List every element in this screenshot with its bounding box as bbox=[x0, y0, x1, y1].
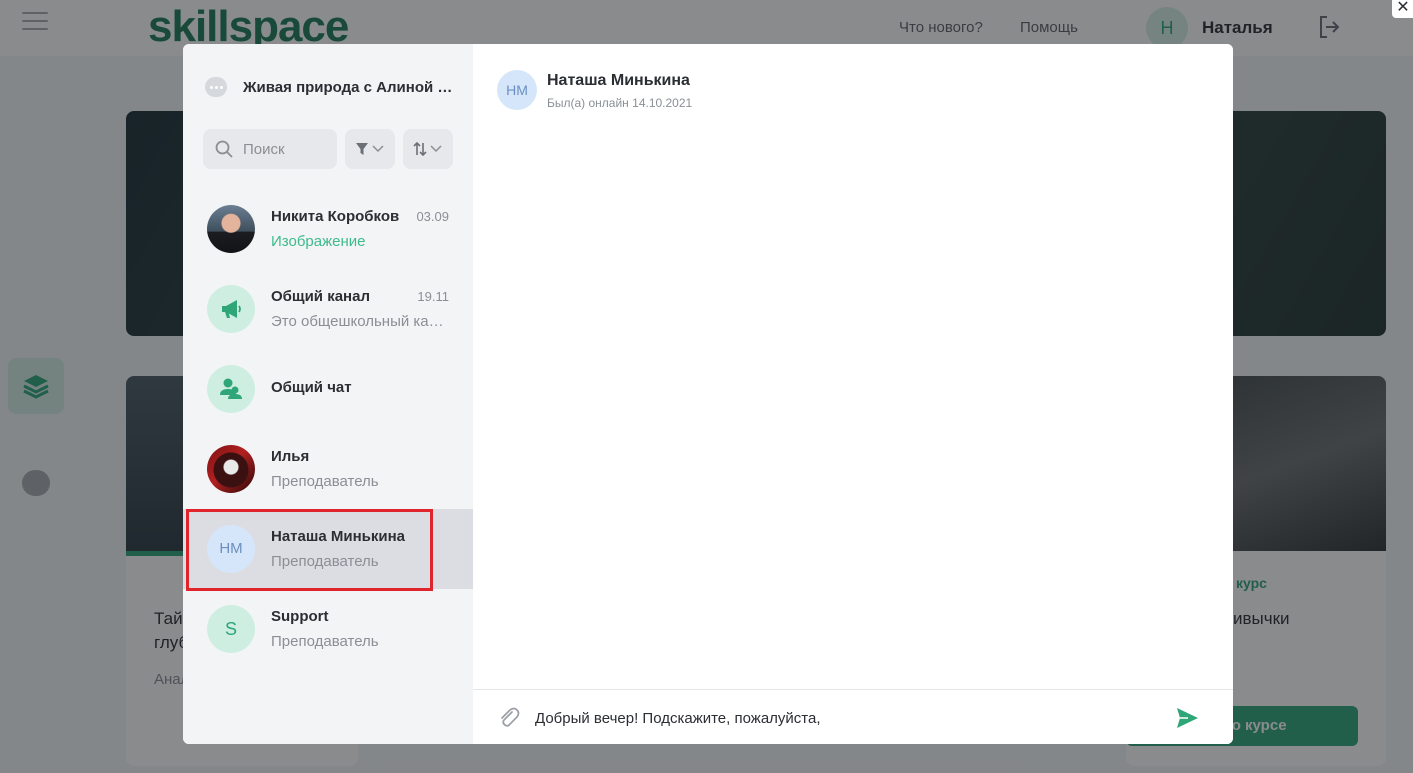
filter-button[interactable] bbox=[345, 129, 395, 169]
chat-modal: Живая природа с Алиной С... Поиск Никита… bbox=[183, 44, 1233, 744]
last-seen-status: Был(а) онлайн 14.10.2021 bbox=[547, 96, 693, 110]
paperclip-icon[interactable] bbox=[497, 707, 521, 729]
chat-item-name: Общий канал bbox=[271, 288, 370, 305]
avatar bbox=[207, 205, 255, 253]
sort-button[interactable] bbox=[403, 129, 453, 169]
chat-sidebar: Живая природа с Алиной С... Поиск Никита… bbox=[183, 44, 473, 744]
chat-item-preview: Преподаватель bbox=[271, 553, 379, 570]
chat-list: Никита Коробков 03.09 Изображение Общий … bbox=[183, 189, 473, 669]
chat-bubble-icon bbox=[205, 77, 227, 97]
conversation-panel: НМ Наташа Минькина Был(а) онлайн 14.10.2… bbox=[473, 44, 1233, 744]
chat-item-name: Support bbox=[271, 608, 329, 625]
chat-item-name: Наташа Минькина bbox=[271, 528, 406, 545]
send-icon[interactable] bbox=[1175, 707, 1199, 729]
close-icon[interactable]: ✕ bbox=[1392, 0, 1413, 18]
avatar: НМ bbox=[207, 525, 255, 573]
message-input[interactable] bbox=[535, 704, 1155, 732]
avatar: S bbox=[207, 605, 255, 653]
chat-item-ilya[interactable]: Илья Преподаватель bbox=[183, 429, 473, 509]
chat-item-date: 03.09 bbox=[416, 209, 449, 224]
megaphone-icon bbox=[222, 300, 241, 318]
avatar[interactable]: НМ bbox=[497, 70, 537, 110]
sort-icon bbox=[413, 142, 442, 156]
chat-item-support[interactable]: S Support Преподаватель bbox=[183, 589, 473, 669]
course-selector[interactable]: Живая природа с Алиной С... bbox=[205, 76, 455, 98]
avatar bbox=[207, 445, 255, 493]
chat-item-preview: Преподаватель bbox=[271, 633, 379, 650]
chat-item-preview: Это общешкольный канал bbox=[271, 313, 451, 330]
users-icon bbox=[220, 378, 242, 399]
chat-item-general-chat[interactable]: Общий чат bbox=[183, 349, 473, 429]
chat-item-name: Никита Коробков bbox=[271, 208, 400, 225]
search-box[interactable] bbox=[203, 129, 337, 169]
filter-icon bbox=[356, 143, 384, 155]
avatar bbox=[207, 365, 255, 413]
conversation-title[interactable]: Наташа Минькина bbox=[547, 72, 690, 90]
avatar bbox=[207, 285, 255, 333]
search-input[interactable] bbox=[243, 140, 323, 158]
message-composer bbox=[473, 689, 1233, 744]
chat-item-general-channel[interactable]: Общий канал 19.11 Это общешкольный канал bbox=[183, 269, 473, 349]
chat-item-preview: Изображение bbox=[271, 233, 366, 250]
chat-item-name: Илья bbox=[271, 448, 310, 465]
chat-item-nikita[interactable]: Никита Коробков 03.09 Изображение bbox=[183, 189, 473, 269]
search-icon bbox=[215, 140, 233, 158]
chat-item-date: 19.11 bbox=[417, 289, 449, 304]
chat-item-natasha[interactable]: НМ Наташа Минькина Преподаватель bbox=[183, 509, 473, 589]
chat-item-preview: Преподаватель bbox=[271, 473, 379, 490]
course-title: Живая природа с Алиной С... bbox=[243, 78, 455, 96]
chat-item-name: Общий чат bbox=[271, 379, 352, 396]
